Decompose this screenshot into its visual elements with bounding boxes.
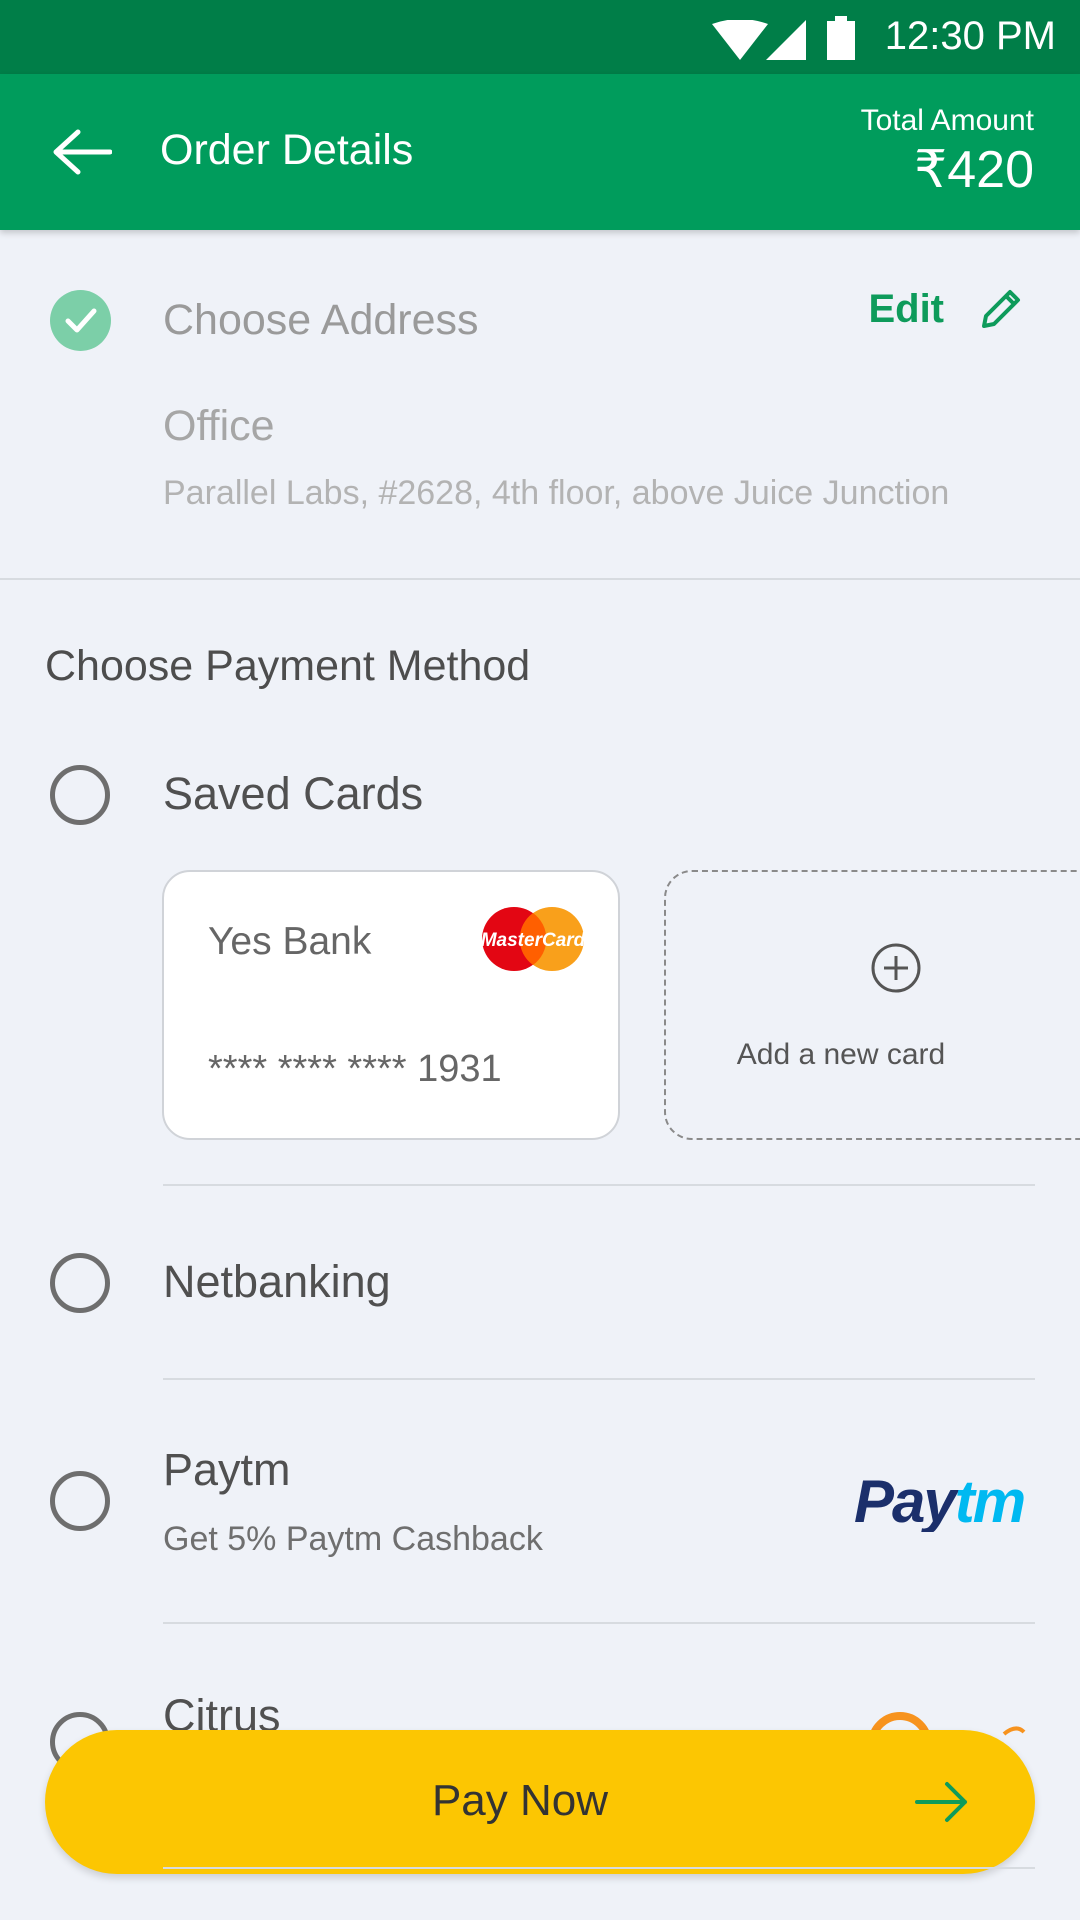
total-amount-value: ₹420 [914,141,1034,199]
paytm-radio[interactable] [50,1471,110,1531]
address-section: Choose Address Edit Office Parallel Labs… [0,230,1080,580]
back-arrow-icon[interactable] [52,128,112,176]
divider [163,1184,1035,1186]
edit-address-button[interactable]: Edit [868,286,1024,332]
paytm-logo-icon: Paytm [854,1472,1026,1532]
payment-method-heading: Choose Payment Method [45,642,531,690]
pay-now-button[interactable]: Pay Now [45,1730,1035,1874]
status-time: 12:30 PM [884,14,1056,58]
svg-text:Paytm: Paytm [854,1472,1024,1532]
paytm-cashback-text: Get 5% Paytm Cashback [163,1520,543,1558]
divider [163,1622,1035,1624]
address-check-icon [50,290,111,351]
mastercard-logo-icon: MasterCard [481,907,586,971]
saved-card-yes-bank[interactable]: Yes Bank MasterCard **** **** **** 1931 [162,870,620,1140]
divider [163,1867,1035,1869]
saved-cards-radio[interactable] [50,765,110,825]
card-number: **** **** **** 1931 [208,1048,502,1090]
netbanking-label[interactable]: Netbanking [163,1256,391,1308]
saved-cards-label[interactable]: Saved Cards [163,768,423,820]
divider [163,1378,1035,1380]
signal-icon [766,20,806,60]
svg-text:MasterCard: MasterCard [481,930,586,951]
add-card-label: Add a new card [736,1038,946,1071]
pencil-icon [982,290,1020,328]
page-title: Order Details [160,126,414,174]
total-amount-label: Total Amount [860,104,1034,137]
address-title: Choose Address [163,296,479,344]
app-bar: Order Details Total Amount ₹420 [0,74,1080,230]
edit-label: Edit [868,286,944,331]
battery-icon [827,16,855,60]
add-circle-icon [871,943,921,993]
pay-now-label: Pay Now [431,1776,609,1825]
status-bar: 12:30 PM [0,0,1080,74]
address-name: Office [163,402,275,450]
arrow-right-icon [915,1782,967,1822]
wifi-icon [712,20,768,60]
paytm-label[interactable]: Paytm [163,1444,291,1496]
netbanking-radio[interactable] [50,1253,110,1313]
address-line: Parallel Labs, #2628, 4th floor, above J… [163,474,950,512]
add-new-card-button[interactable]: Add a new card [664,870,1080,1140]
card-bank-name: Yes Bank [208,920,372,963]
